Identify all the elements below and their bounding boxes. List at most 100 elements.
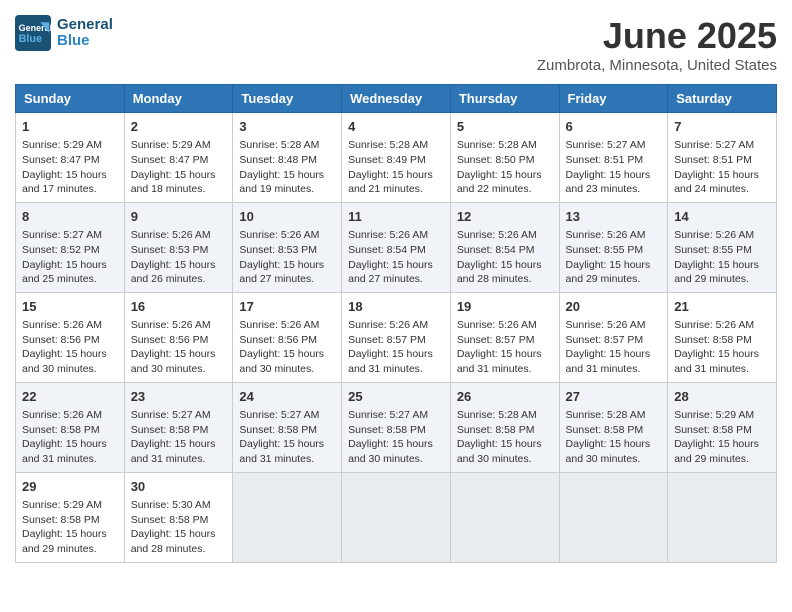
day-number: 15 (22, 298, 118, 316)
day-number: 6 (566, 118, 662, 136)
table-row: 2Sunrise: 5:29 AMSunset: 8:47 PMDaylight… (124, 113, 233, 203)
logo-text: General Blue (57, 17, 113, 50)
day-number: 21 (674, 298, 770, 316)
table-row: 30Sunrise: 5:30 AMSunset: 8:58 PMDayligh… (124, 472, 233, 562)
daylight-hours-label: Daylight: 15 hours (22, 169, 107, 181)
table-row: 17Sunrise: 5:26 AMSunset: 8:56 PMDayligh… (233, 292, 342, 382)
table-row: 16Sunrise: 5:26 AMSunset: 8:56 PMDayligh… (124, 292, 233, 382)
daylight-hours-label: Daylight: 15 hours (239, 169, 324, 181)
daylight-hours-label: Daylight: 15 hours (131, 528, 216, 540)
daylight-hours-label: Daylight: 15 hours (131, 348, 216, 360)
day-number: 30 (131, 478, 227, 496)
col-saturday: Saturday (668, 85, 777, 113)
day-number: 1 (22, 118, 118, 136)
daylight-hours-label: Daylight: 15 hours (566, 438, 651, 450)
daylight-hours-label: Daylight: 15 hours (457, 169, 542, 181)
daylight-hours-label: Daylight: 15 hours (239, 348, 324, 360)
daylight-hours-label: Daylight: 15 hours (22, 348, 107, 360)
col-wednesday: Wednesday (342, 85, 451, 113)
day-number: 8 (22, 208, 118, 226)
day-number: 9 (131, 208, 227, 226)
location: Zumbrota, Minnesota, United States (537, 57, 777, 74)
table-row: 28Sunrise: 5:29 AMSunset: 8:58 PMDayligh… (668, 382, 777, 472)
day-number: 18 (348, 298, 444, 316)
table-row: 14Sunrise: 5:26 AMSunset: 8:55 PMDayligh… (668, 202, 777, 292)
day-number: 26 (457, 388, 553, 406)
daylight-hours-label: Daylight: 15 hours (239, 438, 324, 450)
day-number: 25 (348, 388, 444, 406)
day-number: 12 (457, 208, 553, 226)
calendar-table: Sunday Monday Tuesday Wednesday Thursday… (15, 84, 777, 563)
table-row: 7Sunrise: 5:27 AMSunset: 8:51 PMDaylight… (668, 113, 777, 203)
daylight-hours-label: Daylight: 15 hours (22, 438, 107, 450)
page-header: General Blue General Blue June 2025 Zumb… (15, 15, 777, 74)
day-number: 7 (674, 118, 770, 136)
day-number: 11 (348, 208, 444, 226)
table-row: 23Sunrise: 5:27 AMSunset: 8:58 PMDayligh… (124, 382, 233, 472)
daylight-hours-label: Daylight: 15 hours (131, 438, 216, 450)
table-row: 13Sunrise: 5:26 AMSunset: 8:55 PMDayligh… (559, 202, 668, 292)
daylight-hours-label: Daylight: 15 hours (348, 348, 433, 360)
table-row: 19Sunrise: 5:26 AMSunset: 8:57 PMDayligh… (450, 292, 559, 382)
day-number: 3 (239, 118, 335, 136)
daylight-hours-label: Daylight: 15 hours (131, 169, 216, 181)
daylight-hours-label: Daylight: 15 hours (239, 259, 324, 271)
table-row: 4Sunrise: 5:28 AMSunset: 8:49 PMDaylight… (342, 113, 451, 203)
table-row: 5Sunrise: 5:28 AMSunset: 8:50 PMDaylight… (450, 113, 559, 203)
day-number: 24 (239, 388, 335, 406)
daylight-hours-label: Daylight: 15 hours (457, 438, 542, 450)
col-tuesday: Tuesday (233, 85, 342, 113)
col-sunday: Sunday (16, 85, 125, 113)
table-row: 1Sunrise: 5:29 AMSunset: 8:47 PMDaylight… (16, 113, 125, 203)
daylight-hours-label: Daylight: 15 hours (131, 259, 216, 271)
table-row: 6Sunrise: 5:27 AMSunset: 8:51 PMDaylight… (559, 113, 668, 203)
table-row (668, 472, 777, 562)
svg-text:Blue: Blue (19, 33, 42, 45)
daylight-hours-label: Daylight: 15 hours (348, 438, 433, 450)
table-row: 26Sunrise: 5:28 AMSunset: 8:58 PMDayligh… (450, 382, 559, 472)
day-number: 10 (239, 208, 335, 226)
logo: General Blue General Blue (15, 15, 113, 51)
day-number: 13 (566, 208, 662, 226)
table-row: 9Sunrise: 5:26 AMSunset: 8:53 PMDaylight… (124, 202, 233, 292)
daylight-hours-label: Daylight: 15 hours (348, 169, 433, 181)
table-row: 22Sunrise: 5:26 AMSunset: 8:58 PMDayligh… (16, 382, 125, 472)
calendar-header-row: Sunday Monday Tuesday Wednesday Thursday… (16, 85, 777, 113)
table-row: 20Sunrise: 5:26 AMSunset: 8:57 PMDayligh… (559, 292, 668, 382)
table-row: 10Sunrise: 5:26 AMSunset: 8:53 PMDayligh… (233, 202, 342, 292)
table-row: 3Sunrise: 5:28 AMSunset: 8:48 PMDaylight… (233, 113, 342, 203)
daylight-hours-label: Daylight: 15 hours (674, 259, 759, 271)
table-row: 18Sunrise: 5:26 AMSunset: 8:57 PMDayligh… (342, 292, 451, 382)
day-number: 4 (348, 118, 444, 136)
day-number: 23 (131, 388, 227, 406)
daylight-hours-label: Daylight: 15 hours (566, 348, 651, 360)
month-title: June 2025 (537, 15, 777, 57)
table-row (233, 472, 342, 562)
daylight-hours-label: Daylight: 15 hours (566, 169, 651, 181)
daylight-hours-label: Daylight: 15 hours (457, 259, 542, 271)
logo-icon: General Blue (15, 15, 51, 51)
day-number: 16 (131, 298, 227, 316)
day-number: 14 (674, 208, 770, 226)
col-thursday: Thursday (450, 85, 559, 113)
col-monday: Monday (124, 85, 233, 113)
day-number: 29 (22, 478, 118, 496)
daylight-hours-label: Daylight: 15 hours (566, 259, 651, 271)
table-row: 27Sunrise: 5:28 AMSunset: 8:58 PMDayligh… (559, 382, 668, 472)
daylight-hours-label: Daylight: 15 hours (22, 259, 107, 271)
table-row: 29Sunrise: 5:29 AMSunset: 8:58 PMDayligh… (16, 472, 125, 562)
table-row: 15Sunrise: 5:26 AMSunset: 8:56 PMDayligh… (16, 292, 125, 382)
table-row (342, 472, 451, 562)
day-number: 5 (457, 118, 553, 136)
table-row: 21Sunrise: 5:26 AMSunset: 8:58 PMDayligh… (668, 292, 777, 382)
table-row: 8Sunrise: 5:27 AMSunset: 8:52 PMDaylight… (16, 202, 125, 292)
col-friday: Friday (559, 85, 668, 113)
daylight-hours-label: Daylight: 15 hours (674, 438, 759, 450)
day-number: 27 (566, 388, 662, 406)
table-row: 25Sunrise: 5:27 AMSunset: 8:58 PMDayligh… (342, 382, 451, 472)
table-row (450, 472, 559, 562)
day-number: 17 (239, 298, 335, 316)
day-number: 20 (566, 298, 662, 316)
day-number: 22 (22, 388, 118, 406)
table-row: 12Sunrise: 5:26 AMSunset: 8:54 PMDayligh… (450, 202, 559, 292)
